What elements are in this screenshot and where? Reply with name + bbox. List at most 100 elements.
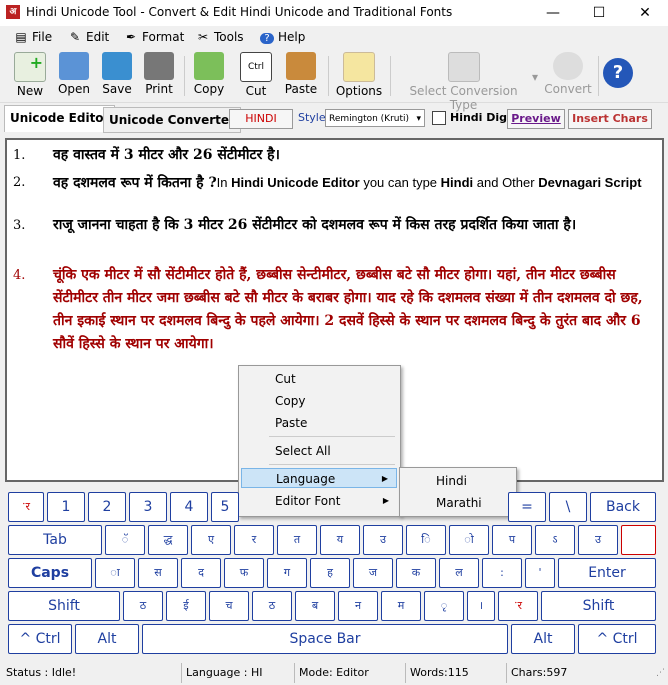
minimize-button[interactable]: — bbox=[530, 0, 576, 26]
key[interactable]: ॅ bbox=[105, 525, 145, 555]
status-mode: Mode: Editor bbox=[294, 663, 404, 683]
context-menu-cut[interactable]: Cut bbox=[241, 369, 397, 389]
key[interactable]: 4 bbox=[170, 492, 208, 522]
copy-button[interactable]: Copy bbox=[189, 52, 229, 96]
menu-format[interactable]: ✒ Format bbox=[124, 30, 184, 44]
options-button[interactable]: Options bbox=[334, 52, 384, 98]
key[interactable]: ि bbox=[406, 525, 446, 555]
key[interactable]: ई bbox=[166, 591, 206, 621]
context-menu-select-all[interactable]: Select All bbox=[241, 441, 397, 461]
context-menu-language[interactable]: Language ▶ bbox=[241, 468, 397, 488]
key[interactable]: ठ bbox=[123, 591, 163, 621]
caps-key[interactable]: Caps bbox=[8, 558, 92, 588]
context-menu-paste[interactable]: Paste bbox=[241, 413, 397, 433]
key[interactable]: म bbox=[381, 591, 421, 621]
tab-key[interactable]: Tab bbox=[8, 525, 102, 555]
key[interactable]: ऽ bbox=[535, 525, 575, 555]
close-button[interactable]: ✕ bbox=[622, 0, 668, 26]
tab-unicode-converter[interactable]: Unicode Converter bbox=[103, 107, 241, 133]
status-words: Words:115 bbox=[405, 663, 505, 683]
key[interactable]: य bbox=[320, 525, 360, 555]
convert-button[interactable]: Convert bbox=[543, 52, 593, 96]
key[interactable]: 2 bbox=[88, 492, 126, 522]
key[interactable]: द्ध bbox=[148, 525, 188, 555]
key[interactable]: 1 bbox=[47, 492, 85, 522]
style-label: Style bbox=[298, 111, 326, 124]
open-folder-icon bbox=[59, 52, 89, 80]
key[interactable]: ो bbox=[449, 525, 489, 555]
context-menu-copy[interactable]: Copy bbox=[241, 391, 397, 411]
backspace-key[interactable]: Back bbox=[590, 492, 656, 522]
key[interactable]: ज bbox=[353, 558, 393, 588]
key[interactable]: त bbox=[277, 525, 317, 555]
key[interactable]: ठ bbox=[252, 591, 292, 621]
key[interactable]: फ bbox=[224, 558, 264, 588]
key[interactable]: ॱर bbox=[8, 492, 44, 522]
shift-right-key[interactable]: Shift bbox=[541, 591, 656, 621]
key[interactable]: : bbox=[482, 558, 522, 588]
hindi-button[interactable]: HINDI bbox=[229, 109, 293, 129]
menu-edit[interactable]: ✎ Edit bbox=[68, 30, 109, 44]
new-button[interactable]: + New bbox=[10, 52, 50, 98]
printer-icon bbox=[144, 52, 174, 80]
key[interactable]: ब bbox=[295, 591, 335, 621]
paste-button[interactable]: Paste bbox=[281, 52, 321, 96]
key[interactable]: प bbox=[492, 525, 532, 555]
menu-separator bbox=[269, 464, 395, 465]
format-icon: ✒ bbox=[125, 30, 137, 44]
key[interactable]: ॱर bbox=[498, 591, 538, 621]
menu-file[interactable]: ▤ File bbox=[14, 30, 52, 44]
key[interactable]: 5 bbox=[211, 492, 239, 522]
cut-button[interactable]: Ctrl Cut bbox=[236, 52, 276, 98]
window-title: Hindi Unicode Tool - Convert & Edit Hind… bbox=[26, 5, 453, 19]
key[interactable]: न bbox=[338, 591, 378, 621]
submenu-arrow-icon: ▶ bbox=[381, 474, 388, 483]
key[interactable]: ' bbox=[525, 558, 555, 588]
alt-left-key[interactable]: Alt bbox=[75, 624, 139, 654]
save-button[interactable]: Save bbox=[97, 52, 137, 96]
status-text: Status : Idle! bbox=[6, 666, 77, 679]
key[interactable]: द bbox=[181, 558, 221, 588]
open-button[interactable]: Open bbox=[54, 52, 94, 96]
alt-right-key[interactable]: Alt bbox=[511, 624, 575, 654]
menu-help[interactable]: ? Help bbox=[260, 30, 305, 44]
ctrl-right-key[interactable]: ^ Ctrl bbox=[578, 624, 656, 654]
key[interactable]: । bbox=[467, 591, 495, 621]
shift-left-key[interactable]: Shift bbox=[8, 591, 120, 621]
print-button[interactable]: Print bbox=[139, 52, 179, 96]
space-bar-key[interactable]: Space Bar bbox=[142, 624, 508, 654]
key[interactable]: ृ bbox=[424, 591, 464, 621]
help-icon: ? bbox=[260, 33, 274, 44]
ctrl-left-key[interactable]: ^ Ctrl bbox=[8, 624, 72, 654]
hindi-digit-checkbox[interactable] bbox=[432, 111, 446, 125]
key[interactable]: ग bbox=[267, 558, 307, 588]
key[interactable]: क bbox=[396, 558, 436, 588]
key[interactable]: = bbox=[508, 492, 546, 522]
toolbar: + New Open Save Print Copy Ctrl Cut Past… bbox=[0, 50, 668, 112]
new-document-icon: + bbox=[14, 52, 46, 82]
help-button[interactable]: ? bbox=[602, 52, 634, 88]
tab-unicode-editor[interactable]: Unicode Editor bbox=[4, 105, 116, 132]
key[interactable]: ा bbox=[95, 558, 135, 588]
key[interactable]: ल bbox=[439, 558, 479, 588]
menu-tools[interactable]: ✂ Tools bbox=[196, 30, 244, 44]
menu-separator bbox=[269, 436, 395, 437]
key[interactable]: ए bbox=[191, 525, 231, 555]
preview-button[interactable]: Preview bbox=[507, 109, 565, 129]
key[interactable]: \ bbox=[549, 492, 587, 522]
key[interactable]: च bbox=[209, 591, 249, 621]
status-bar: Status : Idle! Language : HI Mode: Edito… bbox=[0, 660, 668, 685]
key[interactable]: स bbox=[138, 558, 178, 588]
resize-grip-icon[interactable]: ⋰ bbox=[656, 668, 665, 678]
maximize-button[interactable]: ☐ bbox=[576, 0, 622, 26]
key[interactable]: उ bbox=[578, 525, 618, 555]
key[interactable] bbox=[621, 525, 656, 555]
insert-chars-button[interactable]: Insert Chars bbox=[568, 109, 652, 129]
toolbar-separator bbox=[598, 56, 599, 96]
key[interactable]: उ bbox=[363, 525, 403, 555]
enter-key[interactable]: Enter bbox=[558, 558, 656, 588]
key[interactable]: र bbox=[234, 525, 274, 555]
key[interactable]: 3 bbox=[129, 492, 167, 522]
key[interactable]: ह bbox=[310, 558, 350, 588]
style-select[interactable]: Remington (Kruti) ▾ bbox=[325, 109, 425, 127]
